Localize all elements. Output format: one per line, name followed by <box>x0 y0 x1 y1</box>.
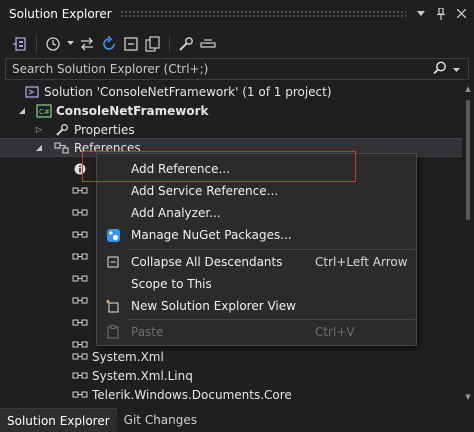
window-title: Solution Explorer <box>9 6 112 21</box>
tab-solution-explorer[interactable]: Solution Explorer <box>0 408 117 432</box>
warning-info-icon <box>72 161 88 177</box>
switch-views-icon[interactable] <box>10 33 30 55</box>
references-context-menu: Add Reference... Add Service Reference..… <box>96 153 417 346</box>
pin-icon[interactable] <box>434 7 448 21</box>
references-icon <box>54 140 70 156</box>
properties-wrench-icon[interactable] <box>176 33 196 55</box>
svg-text:C#: C# <box>39 108 50 116</box>
reference-item-system-xml[interactable]: System.Xml <box>0 347 462 366</box>
menu-item-paste[interactable]: Paste Ctrl+V <box>97 321 416 343</box>
menu-separator <box>127 319 415 320</box>
properties-label: Properties <box>74 122 135 137</box>
assembly-reference-icon <box>72 271 88 287</box>
solution-explorer-toolbar <box>0 30 474 57</box>
expanded-arrow-icon[interactable]: ◢ <box>33 142 45 154</box>
assembly-reference-icon <box>72 293 88 309</box>
sync-with-active-document-icon[interactable] <box>77 33 97 55</box>
wrench-icon <box>54 122 70 138</box>
menu-item-add-reference[interactable]: Add Reference... <box>97 158 416 180</box>
scroll-up-arrow-icon[interactable]: ▲ <box>463 84 473 94</box>
window-position-dropdown[interactable] <box>414 7 428 21</box>
scroll-down-arrow-icon[interactable]: ▼ <box>463 392 473 402</box>
nuget-icon <box>105 227 121 243</box>
menu-item-add-analyzer[interactable]: Add Analyzer... <box>97 202 416 224</box>
close-icon[interactable] <box>454 7 468 21</box>
assembly-reference-icon <box>72 205 88 221</box>
reference-item-telerik[interactable]: Telerik.Windows.Documents.Core <box>0 385 462 404</box>
menu-item-add-service-reference[interactable]: Add Service Reference... <box>97 180 416 202</box>
menu-item-new-solution-explorer-view[interactable]: New Solution Explorer View <box>97 295 416 317</box>
menu-item-scope-to-this[interactable]: Scope to This <box>97 273 416 295</box>
project-label: ConsoleNetFramework <box>56 103 209 118</box>
solution-icon <box>24 84 40 100</box>
expanded-arrow-icon[interactable]: ◢ <box>16 105 28 117</box>
shortcut-label: Ctrl+V <box>315 325 355 339</box>
assembly-reference-icon <box>72 368 88 384</box>
assembly-reference-icon <box>72 183 88 199</box>
assembly-reference-icon <box>72 387 88 403</box>
pending-changes-filter-icon[interactable] <box>43 33 63 55</box>
search-icon[interactable] <box>433 61 447 78</box>
titlebar-grip[interactable] <box>119 10 406 17</box>
refresh-icon[interactable] <box>99 33 119 55</box>
paste-icon <box>105 324 121 340</box>
new-view-icon <box>105 298 121 314</box>
tab-git-changes[interactable]: Git Changes <box>117 408 204 432</box>
scrollbar-thumb[interactable] <box>466 100 470 220</box>
tree-item-project[interactable]: ◢ C# ConsoleNetFramework <box>0 101 462 120</box>
reference-label: System.Xml <box>92 349 164 364</box>
menu-item-collapse-all-descendants[interactable]: Collapse All Descendants Ctrl+Left Arrow <box>97 251 416 273</box>
tree-item-properties[interactable]: ▷ Properties <box>0 120 462 139</box>
collapse-all-icon[interactable] <box>121 33 141 55</box>
search-input[interactable]: Search Solution Explorer (Ctrl+;) <box>12 62 433 76</box>
csharp-project-icon: C# <box>36 103 52 119</box>
preview-selected-items-icon[interactable] <box>198 33 218 55</box>
search-box[interactable]: Search Solution Explorer (Ctrl+;) <box>5 58 469 80</box>
assembly-reference-icon <box>72 249 88 265</box>
reference-label: Telerik.Windows.Documents.Core <box>92 387 292 402</box>
assembly-reference-icon <box>72 315 88 331</box>
chevron-down-icon[interactable] <box>65 33 75 55</box>
reference-label: System.Xml.Linq <box>92 368 193 383</box>
toolbar-separator <box>36 35 37 52</box>
assembly-reference-icon <box>72 349 88 365</box>
collapse-icon <box>105 254 121 270</box>
collapsed-arrow-icon[interactable]: ▷ <box>33 124 45 136</box>
show-all-files-icon[interactable] <box>143 33 163 55</box>
search-options-chevron-icon[interactable] <box>453 62 460 76</box>
menu-item-manage-nuget-packages[interactable]: Manage NuGet Packages... <box>97 224 416 246</box>
shortcut-label: Ctrl+Left Arrow <box>315 255 408 269</box>
toolbar-separator <box>169 35 170 52</box>
reference-item-system-xml-linq[interactable]: System.Xml.Linq <box>0 366 462 385</box>
window-titlebar: Solution Explorer <box>0 0 474 27</box>
bottom-tab-strip: Solution Explorer Git Changes <box>0 408 474 432</box>
tree-item-solution[interactable]: Solution 'ConsoleNetFramework' (1 of 1 p… <box>0 82 462 101</box>
vertical-scrollbar[interactable]: ▲ ▼ <box>463 82 473 404</box>
solution-label: Solution 'ConsoleNetFramework' (1 of 1 p… <box>44 84 332 99</box>
menu-separator <box>127 249 415 250</box>
assembly-reference-icon <box>72 227 88 243</box>
